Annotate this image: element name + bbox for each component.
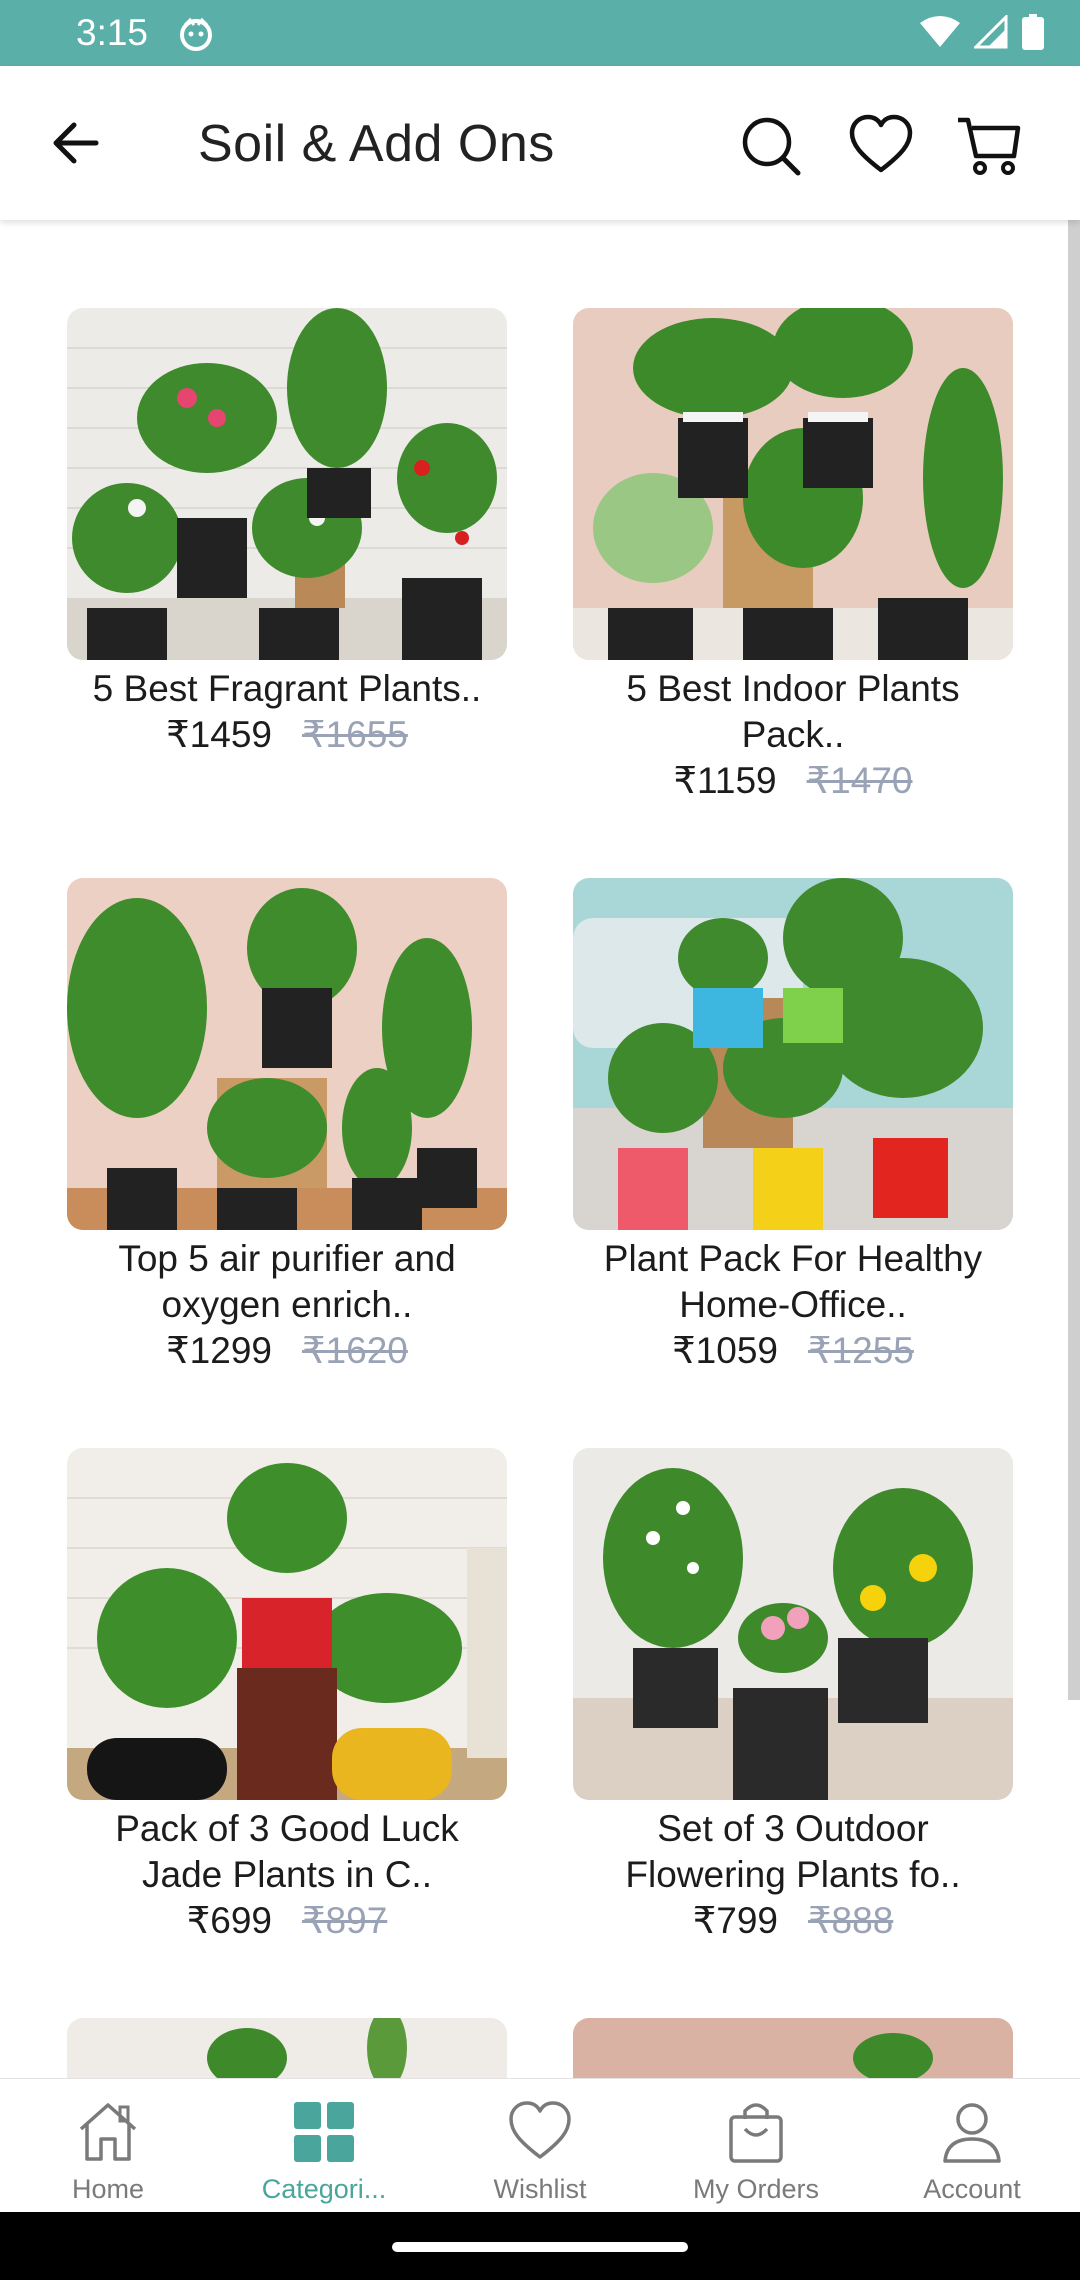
price-row: ₹1459 ₹1655 xyxy=(67,712,507,758)
user-icon xyxy=(943,2103,1001,2163)
nav-wishlist[interactable]: Wishlist xyxy=(432,2079,648,2213)
product-mrp: ₹1470 xyxy=(806,760,913,801)
product-card[interactable]: 5 Best Indoor Plants Pack.. ₹1159 ₹1470 xyxy=(573,308,1013,804)
product-grid: 5 Best Fragrant Plants.. ₹1459 ₹1655 5 B… xyxy=(0,220,1068,2078)
product-price: ₹1299 xyxy=(166,1330,272,1371)
product-price: ₹1059 xyxy=(672,1330,778,1371)
product-price: ₹1459 xyxy=(166,714,272,755)
page-title: Soil & Add Ons xyxy=(198,115,555,173)
nav-label: Home xyxy=(71,2174,145,2204)
nav-account[interactable]: Account xyxy=(864,2079,1080,2213)
price-row: ₹1299 ₹1620 xyxy=(67,1328,507,1374)
gesture-bar xyxy=(0,2212,1080,2280)
price-row: ₹699 ₹897 xyxy=(67,1898,507,1944)
nav-categories[interactable]: Categori... xyxy=(216,2079,432,2213)
nav-home[interactable]: Home xyxy=(0,2079,216,2213)
product-name: Plant Pack For Healthy Home-Office.. xyxy=(603,1238,983,1325)
product-name: 5 Best Indoor Plants Pack.. xyxy=(626,668,960,755)
app-notification-icon xyxy=(180,17,212,51)
nav-label: Categori... xyxy=(261,2174,387,2204)
product-image[interactable] xyxy=(573,308,1013,660)
product-name: 5 Best Fragrant Plants.. xyxy=(92,668,482,709)
home-icon xyxy=(79,2103,137,2161)
product-image[interactable] xyxy=(573,878,1013,1230)
product-image[interactable] xyxy=(67,1448,507,1800)
product-card[interactable]: Plant Pack For Healthy Home-Office.. ₹10… xyxy=(573,878,1013,1374)
signal-icon xyxy=(974,15,1008,49)
product-image[interactable] xyxy=(67,308,507,660)
product-card[interactable]: Pack of 3 Good Luck Jade Plants in C.. ₹… xyxy=(67,1448,507,1944)
bottom-navigation: Home Categori... Wishlist My Orders Acco… xyxy=(0,2078,1080,2213)
battery-icon xyxy=(1022,14,1044,50)
product-mrp: ₹1620 xyxy=(302,1330,408,1371)
app-bar: Soil & Add Ons xyxy=(0,66,1080,220)
product-price: ₹799 xyxy=(692,1900,778,1941)
shopping-bag-icon xyxy=(729,2103,783,2163)
wifi-icon xyxy=(920,16,960,47)
price-row: ₹1159 ₹1470 xyxy=(573,758,1013,804)
price-row: ₹799 ₹888 xyxy=(573,1898,1013,1944)
product-mrp: ₹897 xyxy=(302,1900,388,1941)
product-card[interactable]: Set of 3 Outdoor Flowering Plants fo.. ₹… xyxy=(573,1448,1013,1944)
status-icons xyxy=(920,14,1044,50)
heart-icon xyxy=(509,2101,571,2159)
product-price: ₹699 xyxy=(186,1900,272,1941)
cart-icon[interactable] xyxy=(956,112,1022,178)
product-name: Top 5 air purifier and oxygen enrich.. xyxy=(118,1238,456,1325)
status-time: 3:15 xyxy=(76,12,149,53)
nav-label: Account xyxy=(923,2174,1021,2204)
price-row: ₹1059 ₹1255 xyxy=(573,1328,1013,1374)
product-image[interactable] xyxy=(67,2018,507,2078)
product-card[interactable] xyxy=(67,2018,507,2078)
product-mrp: ₹1655 xyxy=(302,714,408,755)
wishlist-heart-icon[interactable] xyxy=(848,112,914,178)
status-bar: 3:15 xyxy=(0,0,1080,66)
back-arrow-icon[interactable] xyxy=(44,110,110,176)
product-card[interactable]: Top 5 air purifier and oxygen enrich.. ₹… xyxy=(67,878,507,1374)
product-image[interactable] xyxy=(573,2018,1013,2078)
home-gesture-handle[interactable] xyxy=(392,2242,688,2252)
product-name: Pack of 3 Good Luck Jade Plants in C.. xyxy=(115,1808,459,1895)
nav-label: Wishlist xyxy=(493,2174,587,2204)
product-name: Set of 3 Outdoor Flowering Plants fo.. xyxy=(625,1808,961,1895)
product-price: ₹1159 xyxy=(673,760,777,801)
product-mrp: ₹888 xyxy=(808,1900,894,1941)
categories-icon xyxy=(294,2102,354,2162)
product-card[interactable]: 5 Best Fragrant Plants.. ₹1459 ₹1655 xyxy=(67,308,507,758)
scrollbar[interactable] xyxy=(1068,220,1080,1700)
product-card[interactable] xyxy=(573,2018,1013,2078)
nav-label: My Orders xyxy=(692,2174,819,2204)
nav-my-orders[interactable]: My Orders xyxy=(648,2079,864,2213)
product-image[interactable] xyxy=(67,878,507,1230)
search-icon[interactable] xyxy=(738,112,804,178)
product-mrp: ₹1255 xyxy=(808,1330,914,1371)
product-image[interactable] xyxy=(573,1448,1013,1800)
